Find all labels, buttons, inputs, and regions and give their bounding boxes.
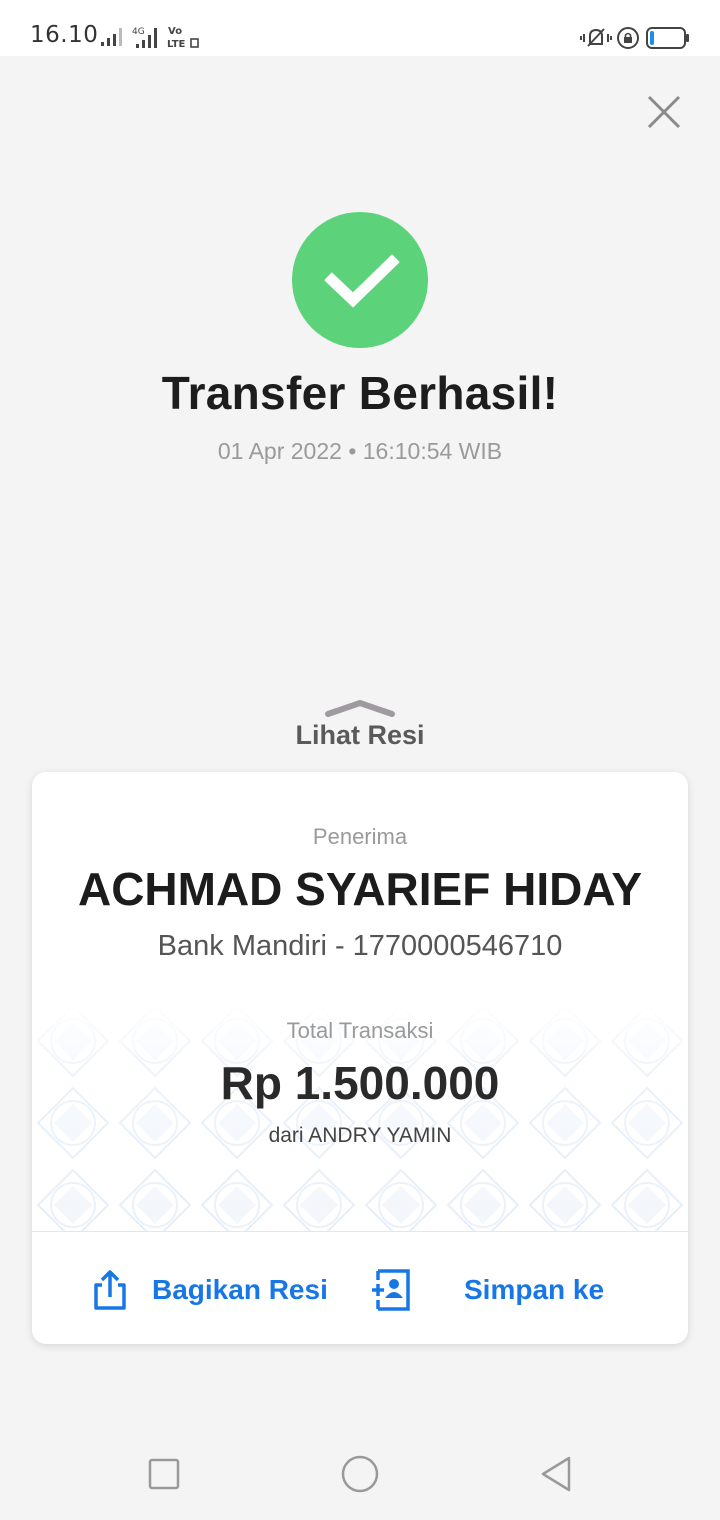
save-to-button[interactable]: Simpan ke — [370, 1262, 604, 1318]
navigation-bar — [0, 1424, 720, 1520]
back-triangle-icon — [541, 1456, 571, 1492]
circle-icon — [341, 1455, 379, 1493]
mute-vibrate-icon — [580, 28, 612, 47]
square-icon — [148, 1458, 180, 1490]
status-time: 16.10 — [30, 22, 99, 48]
bank-account: Bank Mandiri - 1770000546710 — [157, 930, 563, 962]
signal-4g-icon: 4G — [132, 27, 157, 48]
volte-icon: Vo LTE — [167, 26, 199, 50]
share-receipt-button[interactable]: Bagikan Resi — [90, 1262, 328, 1318]
sender-name: dari ANDRY YAMIN — [268, 1124, 452, 1147]
share-icon — [90, 1269, 130, 1311]
receipt-card: Penerima ACHMAD SYARIEF HIDAY Bank Mandi… — [32, 772, 688, 1344]
save-to-label: Simpan ke — [464, 1274, 605, 1305]
add-contact-icon — [370, 1268, 412, 1312]
transaction-datetime: 01 Apr 2022 • 16:10:54 WIB — [217, 438, 503, 464]
signal-icon — [101, 28, 122, 46]
home-button[interactable] — [340, 1454, 380, 1494]
recipient-label: Penerima — [312, 824, 408, 849]
status-bar: 16.10 4G Vo LTE — [0, 0, 720, 56]
chevron-up-icon — [325, 700, 395, 717]
view-receipt-toggle[interactable]: Lihat Resi — [260, 698, 460, 762]
close-icon — [647, 95, 681, 129]
svg-text:Vo: Vo — [168, 26, 182, 37]
svg-text:LTE: LTE — [167, 39, 186, 50]
back-button[interactable] — [536, 1454, 576, 1494]
transaction-amount: Rp 1.500.000 — [220, 1057, 500, 1109]
view-receipt-label: Lihat Resi — [295, 720, 425, 750]
recents-button[interactable] — [144, 1454, 184, 1494]
check-icon — [324, 254, 400, 308]
total-label: Total Transaksi — [286, 1018, 434, 1043]
rotation-lock-icon — [617, 27, 639, 49]
page-title: Transfer Berhasil! — [161, 367, 559, 419]
battery-icon — [646, 27, 689, 49]
svg-text:4G: 4G — [132, 27, 145, 37]
check-circle-icon — [292, 212, 428, 348]
divider — [32, 1231, 688, 1232]
close-button[interactable] — [640, 88, 688, 136]
share-receipt-label: Bagikan Resi — [152, 1274, 328, 1305]
recipient-name: ACHMAD SYARIEF HIDAY — [77, 863, 643, 915]
